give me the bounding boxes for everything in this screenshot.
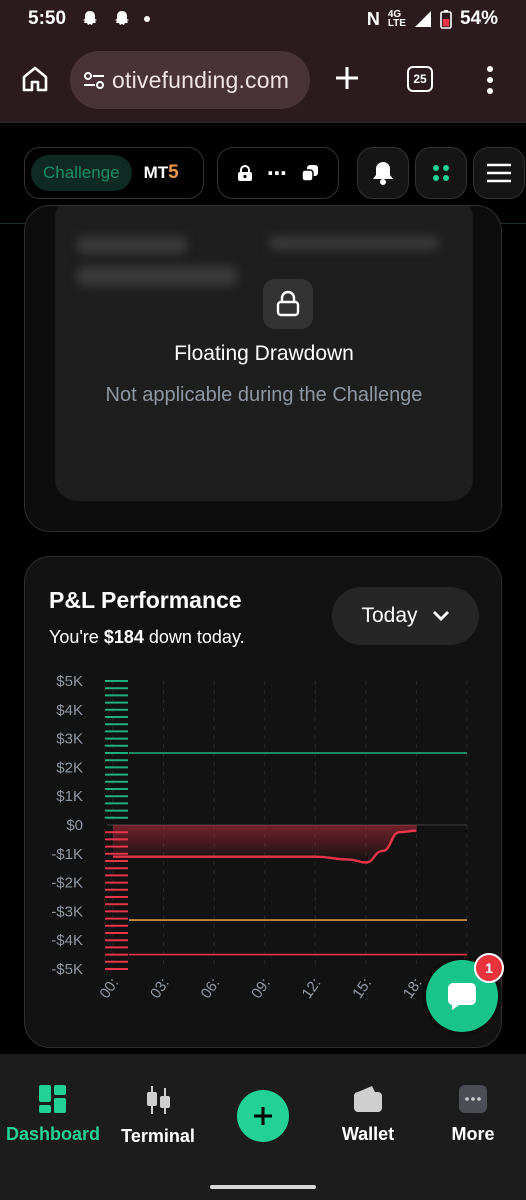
y-tick-label: -$4K: [51, 932, 83, 949]
plus-icon: [254, 1107, 272, 1125]
lock-icon: [276, 290, 300, 317]
grid-icon: [433, 165, 449, 181]
nav-more-label: More: [451, 1124, 495, 1144]
status-time: 5:50: [28, 8, 67, 29]
chevron-down-icon: [432, 611, 449, 621]
apps-button[interactable]: [415, 147, 467, 199]
x-tick-label: 18:: [400, 975, 426, 1002]
nav-more[interactable]: More: [437, 1084, 509, 1145]
site-settings-icon[interactable]: [82, 68, 106, 92]
x-tick-label: 09:: [248, 975, 274, 1002]
floating-drawdown-subtitle: Not applicable during the Challenge: [105, 384, 423, 406]
y-tick-label: -$3K: [51, 903, 83, 920]
nav-dashboard-label: Dashboard: [5, 1124, 101, 1144]
snapchat-icon: [115, 11, 130, 25]
x-tick-label: 15:: [349, 975, 375, 1002]
range-label: Today: [361, 604, 418, 627]
x-tick-label: 00:: [96, 975, 122, 1002]
lock-icon: [238, 165, 252, 181]
status-bar: 5:50 N 4G LTE 54%: [0, 0, 526, 38]
y-tick-label: $3K: [56, 731, 83, 748]
notification-dot-icon: [144, 16, 151, 22]
chat-badge: 1: [474, 953, 504, 983]
new-tab-icon[interactable]: [333, 64, 361, 92]
copy-icon[interactable]: [299, 162, 321, 184]
floating-drawdown-title: Floating Drawdown: [174, 342, 354, 365]
nav-terminal[interactable]: Terminal: [118, 1084, 198, 1147]
y-tick-label: -$2K: [51, 875, 83, 892]
gesture-area: [0, 1176, 526, 1200]
y-tick-label: -$5K: [51, 961, 83, 978]
url-text: otivefunding.com: [112, 66, 290, 93]
account-selector[interactable]: ⋯: [217, 147, 339, 199]
lock-tile: [263, 279, 313, 329]
y-tick-label: $0: [66, 817, 83, 834]
pl-amount: $184: [103, 627, 144, 647]
hamburger-menu-button[interactable]: [473, 147, 525, 199]
y-tick-label: $2K: [56, 759, 83, 776]
signal-icon: [414, 11, 431, 27]
y-tick-label: $1K: [56, 788, 83, 805]
nav-terminal-label: Terminal: [121, 1126, 195, 1146]
range-dropdown[interactable]: Today: [332, 587, 479, 645]
account-masked: ⋯: [267, 162, 287, 185]
gesture-bar: [210, 1185, 316, 1189]
blurred-placeholder: [269, 236, 439, 250]
candlestick-icon: [147, 1086, 170, 1114]
x-tick-label: 03:: [147, 975, 173, 1002]
battery-level: 54%: [459, 8, 498, 29]
nfc-icon: N: [366, 8, 380, 29]
browser-menu-icon[interactable]: [485, 66, 495, 94]
y-tick-label: $5K: [56, 673, 83, 690]
tab-switcher-button[interactable]: 25: [407, 66, 433, 92]
floating-drawdown-panel: Floating Drawdown Not applicable during …: [55, 206, 473, 501]
snapchat-icon: [83, 11, 98, 25]
bottom-nav: Dashboard Terminal Wallet More: [0, 1054, 526, 1176]
battery-icon: [440, 10, 452, 29]
account-type-selector[interactable]: Challenge MT5: [24, 147, 204, 199]
home-icon[interactable]: [20, 64, 50, 94]
x-tick-label: 12:: [299, 975, 325, 1002]
add-button[interactable]: [237, 1090, 289, 1142]
nav-dashboard[interactable]: Dashboard: [5, 1084, 101, 1145]
pl-performance-card: P&L Performance You're $184 down today. …: [24, 556, 502, 1048]
platform-label: MT5: [143, 162, 179, 183]
browser-toolbar: otivefunding.com 25: [0, 38, 526, 122]
y-tick-label: -$1K: [51, 846, 83, 863]
pl-summary: You're $184 down today.: [49, 627, 245, 647]
tab-count: 25: [413, 72, 427, 86]
more-icon: [459, 1085, 487, 1113]
notifications-button[interactable]: [357, 147, 409, 199]
bell-icon: [373, 162, 393, 185]
address-bar[interactable]: otivefunding.com: [70, 51, 310, 109]
x-tick-label: 06:: [198, 975, 224, 1002]
nav-wallet-label: Wallet: [341, 1124, 395, 1144]
challenge-chip[interactable]: Challenge: [31, 155, 132, 191]
network-type: 4G LTE: [387, 9, 406, 29]
y-tick-label: $4K: [56, 702, 83, 719]
blurred-placeholder: [77, 266, 237, 286]
wallet-icon: [354, 1086, 382, 1112]
chat-icon: [447, 983, 476, 1010]
hamburger-icon: [487, 163, 511, 183]
floating-drawdown-card: Floating Drawdown Not applicable during …: [24, 205, 502, 532]
nav-wallet[interactable]: Wallet: [330, 1084, 406, 1145]
pl-title: P&L Performance: [49, 587, 242, 613]
blurred-placeholder: [77, 236, 187, 254]
dashboard-icon: [39, 1085, 66, 1113]
